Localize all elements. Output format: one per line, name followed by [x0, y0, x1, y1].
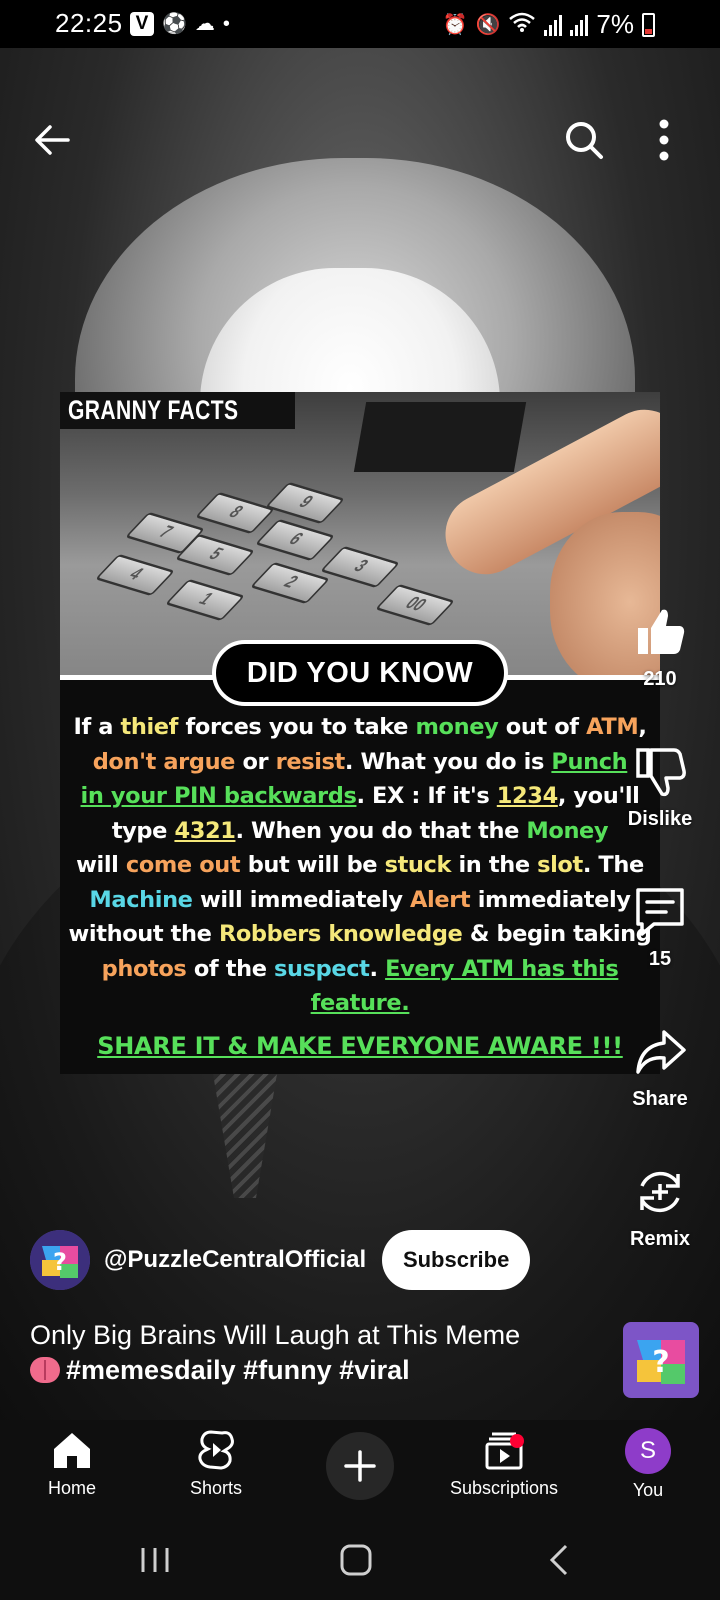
meme-line-4: type 4321. When you do that the Money: [111, 817, 609, 844]
share-label: Share: [632, 1088, 688, 1110]
battery-icon: [642, 12, 655, 37]
signal-1-icon: [544, 14, 563, 36]
you-avatar: S: [625, 1428, 671, 1474]
svg-text:?: ?: [652, 1345, 669, 1380]
meme-line-6: Machine will immediately Alert immediate…: [89, 886, 631, 913]
share-button[interactable]: Share: [612, 1024, 708, 1111]
video-title-line-1: Only Big Brains Will Laugh at This Meme: [30, 1320, 521, 1350]
channel-avatar[interactable]: ?: [30, 1230, 90, 1290]
bottom-navigation: Home Shorts Subscriptions S You: [0, 1420, 720, 1520]
brand-text: GRANNY FACTS: [68, 395, 239, 425]
recent-apps-icon[interactable]: [115, 1538, 195, 1582]
signal-2-icon: [570, 14, 589, 36]
home-system-icon[interactable]: [316, 1538, 396, 1582]
channel-handle[interactable]: @PuzzleCentralOfficial: [104, 1246, 366, 1274]
meme-line-3: in your PIN backwards. EX : If it's 1234…: [80, 783, 640, 809]
nav-home-label: Home: [47, 1478, 96, 1498]
status-left-icons: V ⚽ ☁ •: [130, 12, 230, 36]
create-button[interactable]: [326, 1432, 394, 1500]
atm-key: 3: [319, 545, 401, 589]
like-count: 210: [643, 668, 677, 690]
comment-icon: [636, 888, 684, 936]
meme-cta-text: SHARE IT & MAKE EVERYONE AWARE !!!: [97, 1032, 623, 1060]
meme-line-2: don't argue or resist. What you do is Pu…: [92, 748, 628, 775]
search-icon[interactable]: [562, 118, 606, 162]
like-button[interactable]: 210: [612, 604, 708, 691]
atm-key: 2: [249, 561, 331, 605]
status-right-icons: ⏰ 🔇 7%: [443, 9, 655, 40]
meme-line-9: feature.: [310, 990, 410, 1016]
atm-keypad-photo: 7 8 9 4 5 6 1 2 3 00 GRANNY FACTS: [60, 392, 660, 680]
brain-icon: [30, 1357, 60, 1383]
status-bar: 22:25 V ⚽ ☁ • ⏰ 🔇 7%: [0, 0, 720, 48]
comment-count: 15: [648, 948, 672, 970]
notification-dot: [510, 1434, 524, 1448]
dislike-button[interactable]: Dislike: [612, 744, 708, 831]
remix-icon: [640, 1171, 680, 1213]
share-arrow-icon: [636, 1030, 686, 1074]
video-player[interactable]: 7 8 9 4 5 6 1 2 3 00 GRANNY FACTS DID YO…: [0, 48, 720, 1420]
video-title[interactable]: Only Big Brains Will Laugh at This Meme …: [30, 1318, 590, 1388]
wifi-icon: [508, 11, 536, 39]
shorts-icon: [198, 1430, 234, 1470]
subscribe-button[interactable]: Subscribe: [382, 1230, 531, 1290]
remix-button[interactable]: Remix: [612, 1164, 708, 1251]
did-you-know-badge: DID YOU KNOW: [212, 640, 508, 706]
soccer-ball-icon: ⚽: [162, 13, 187, 35]
meme-line-1: If a thief forces you to take money out …: [73, 714, 647, 740]
nav-home[interactable]: Home: [2, 1428, 142, 1499]
video-title-line-2: #memesdaily #funny #viral: [30, 1353, 590, 1388]
system-navigation-bar: [0, 1520, 720, 1600]
nav-you[interactable]: S You: [578, 1428, 718, 1501]
atm-key: 00: [374, 583, 456, 627]
nav-subscriptions[interactable]: Subscriptions: [434, 1428, 574, 1499]
channel-row: ? @PuzzleCentralOfficial Subscribe: [30, 1230, 531, 1290]
remix-source-thumbnail[interactable]: ?: [623, 1322, 699, 1398]
meme-line-8: photos of the suspect. Every ATM has thi…: [101, 955, 619, 982]
comments-button[interactable]: 15: [612, 884, 708, 971]
back-arrow-icon[interactable]: [30, 118, 74, 162]
back-system-icon[interactable]: [520, 1538, 600, 1582]
meme-line-5: will come out but will be stuck in the s…: [76, 852, 644, 878]
dislike-label: Dislike: [627, 808, 693, 830]
nav-you-label: You: [632, 1480, 664, 1500]
atm-key: 4: [94, 553, 176, 597]
mute-icon: 🔇: [475, 14, 501, 36]
atm-key: 8: [194, 491, 276, 535]
thumbs-down-icon: [636, 748, 686, 797]
status-time: 22:25: [55, 8, 123, 38]
home-icon: [54, 1433, 90, 1468]
svg-text:?: ?: [53, 1248, 67, 1276]
carrier-badge-icon: V: [130, 12, 154, 36]
meme-line-7: without the Robbers knowledge & begin ta…: [68, 921, 652, 947]
thumbs-up-icon: [638, 609, 685, 654]
alarm-icon: ⏰: [442, 14, 468, 36]
atm-key: 1: [164, 578, 246, 622]
hashtags[interactable]: #memesdaily #funny #viral: [66, 1355, 410, 1385]
nav-subscriptions-label: Subscriptions: [449, 1478, 559, 1498]
plus-icon: [344, 1450, 376, 1482]
battery-percent: 7%: [596, 9, 634, 39]
more-options-icon[interactable]: [652, 116, 676, 164]
brand-tag: GRANNY FACTS: [60, 392, 295, 429]
nav-shorts-label: Shorts: [189, 1478, 243, 1498]
atm-key: 6: [254, 518, 336, 562]
meme-image: 7 8 9 4 5 6 1 2 3 00 GRANNY FACTS DID YO…: [60, 392, 660, 1074]
remix-label: Remix: [629, 1228, 691, 1250]
atm-card-slot: [353, 402, 527, 472]
nav-shorts[interactable]: Shorts: [146, 1428, 286, 1499]
cloud-icon: ☁: [194, 13, 215, 35]
meme-body-text: If a thief forces you to take money out …: [60, 710, 660, 1021]
dot-icon: •: [222, 13, 230, 35]
atm-key: 9: [264, 481, 346, 525]
